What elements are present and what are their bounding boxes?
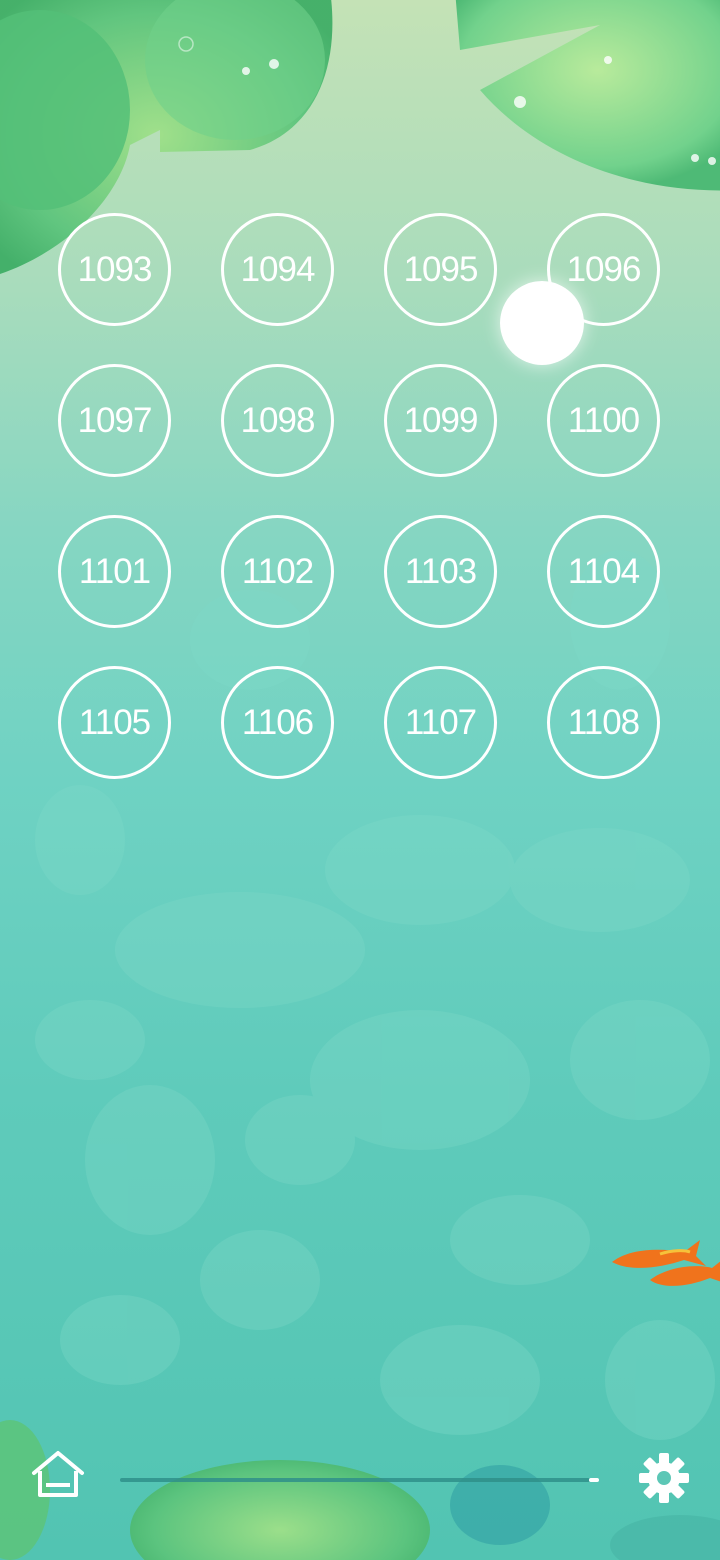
level-button[interactable]: 1103 [384,515,497,628]
level-button[interactable]: 1098 [221,364,334,477]
level-button[interactable]: 1097 [58,364,171,477]
touch-indicator [500,281,584,365]
level-button[interactable]: 1104 [547,515,660,628]
level-button[interactable]: 1106 [221,666,334,779]
level-button[interactable]: 1094 [221,213,334,326]
level-button[interactable]: 1105 [58,666,171,779]
settings-button[interactable] [638,1452,690,1504]
level-button[interactable]: 1102 [221,515,334,628]
level-button[interactable]: 1100 [547,364,660,477]
scroll-track[interactable] [120,1478,590,1482]
level-button[interactable]: 1095 [384,213,497,326]
level-button[interactable]: 1099 [384,364,497,477]
level-button[interactable]: 1093 [58,213,171,326]
level-button[interactable]: 1101 [58,515,171,628]
level-button[interactable]: 1107 [384,666,497,779]
gear-icon [639,1453,689,1503]
level-button[interactable]: 1108 [547,666,660,779]
scroll-thumb[interactable] [589,1478,599,1482]
home-icon [32,1451,84,1497]
koi-fish [612,1240,720,1286]
home-button[interactable] [30,1449,86,1499]
